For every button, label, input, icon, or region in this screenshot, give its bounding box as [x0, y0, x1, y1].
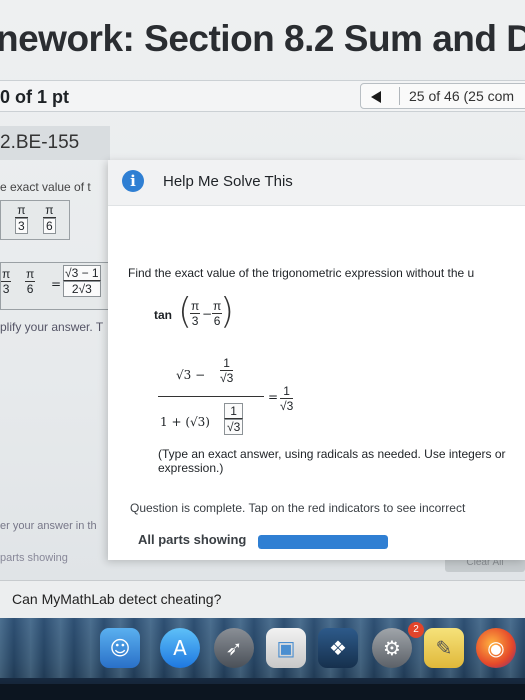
fraction: π6	[43, 203, 56, 234]
appstore-icon[interactable]: A	[160, 628, 200, 668]
finder-icon[interactable]: ☺	[100, 628, 140, 668]
progress-fill	[258, 535, 388, 549]
launchpad-icon[interactable]: ➶	[214, 628, 254, 668]
score-bar: 0 of 1 pt 25 of 46 (25 com	[0, 80, 525, 112]
fraction: √3 − 1 2√3	[63, 265, 101, 297]
score-text: 0 of 1 pt	[0, 87, 70, 107]
all-parts-label: All parts showing	[138, 532, 247, 547]
fraction-pi-over-3: π3	[190, 299, 201, 328]
fraction: π6	[25, 267, 36, 296]
related-question-text[interactable]: Can MyMathLab detect cheating?	[12, 591, 221, 607]
question-position[interactable]: 25 of 46 (25 com	[409, 88, 514, 104]
work-denominator-left: 1 + (√3)	[160, 415, 210, 429]
answer-fraction: 1 √3	[280, 384, 294, 413]
preview-icon[interactable]: ▣	[266, 628, 306, 668]
parts-showing-text: parts showing	[0, 552, 68, 564]
notes-icon[interactable]: ✎	[424, 628, 464, 668]
expression-argument: ( π3 − π6 )	[178, 291, 234, 332]
modal-title: Help Me Solve This	[163, 173, 293, 190]
dock: ☺ A ➶ ▣ ❖ ⚙ 2 ✎ ◉	[0, 618, 525, 700]
previous-question-icon[interactable]	[371, 91, 381, 103]
notification-badge: 2	[408, 622, 424, 638]
parts-progress-bar	[258, 535, 388, 549]
help-me-solve-modal: i Help Me Solve This Find the exact valu…	[108, 160, 525, 560]
background-question-text: e exact value of t	[0, 180, 91, 194]
settings-icon[interactable]: ⚙	[372, 628, 412, 668]
modal-header: i Help Me Solve This	[108, 160, 525, 206]
background-answer-expression: π3 π6 = √3 − 1 2√3	[0, 262, 112, 310]
firefox-icon[interactable]: ◉	[476, 628, 516, 668]
work-numerator-fraction: 1 √3	[220, 356, 234, 385]
work-denominator-fraction: 1 √3	[224, 403, 244, 435]
dock-base	[0, 684, 525, 700]
question-id: 2.BE-155	[0, 132, 80, 153]
enter-answer-text: er your answer in th	[0, 520, 97, 532]
minus-sign: −	[202, 307, 213, 321]
equals-sign: =	[268, 390, 279, 404]
simplify-text: plify your answer. T	[0, 320, 104, 334]
tan-function: tan	[154, 308, 172, 322]
homework-title: nework: Section 8.2 Sum and Diff	[0, 18, 525, 59]
main-fraction-bar	[158, 396, 264, 397]
background-expression: π3 π6	[0, 200, 70, 240]
work-numerator-left: √3 −	[176, 368, 206, 382]
question-navigator[interactable]: 25 of 46 (25 com	[360, 83, 525, 109]
info-icon: i	[122, 170, 144, 192]
photos-icon[interactable]: ❖	[318, 628, 358, 668]
divider	[399, 87, 400, 105]
related-question-bar[interactable]: Can MyMathLab detect cheating?	[0, 580, 525, 618]
question-id-bar: 2.BE-155	[0, 126, 110, 160]
fraction: π3	[15, 203, 28, 234]
answer-format-note: (Type an exact answer, using radicals as…	[158, 447, 506, 475]
equals: =	[51, 277, 62, 291]
instruction-text: Find the exact value of the trigonometri…	[128, 266, 475, 280]
fraction: π3	[1, 267, 12, 296]
completion-message: Question is complete. Tap on the red ind…	[130, 501, 466, 515]
screen: nework: Section 8.2 Sum and Diff 0 of 1 …	[0, 0, 525, 618]
